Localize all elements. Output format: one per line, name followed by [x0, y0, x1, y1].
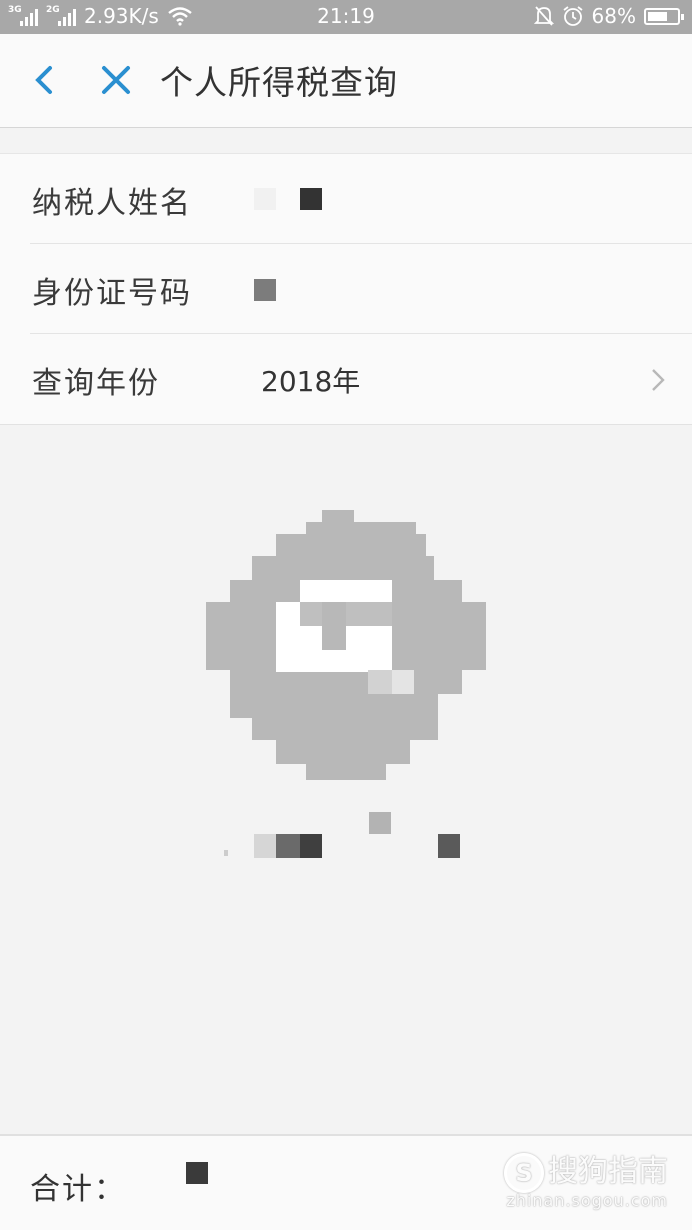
status-bar: 3G 2G 2.93K/s 21:19 68%: [0, 0, 692, 34]
id-number-row[interactable]: 身份证号码: [0, 244, 692, 334]
taxpayer-name-value[interactable]: [300, 188, 322, 210]
total-value: [186, 1162, 208, 1184]
bell-off-icon: [533, 6, 554, 26]
query-year-label: 查询年份: [32, 366, 160, 401]
alarm-icon: [563, 6, 583, 26]
id-number-value[interactable]: [254, 279, 276, 301]
battery-fill: [648, 11, 667, 21]
watermark: S 搜狗指南 zhinan.sogou.com: [504, 1146, 668, 1210]
battery-icon: [644, 7, 684, 25]
taxpayer-name-row[interactable]: 纳税人姓名: [0, 154, 692, 244]
redacted-name-part: [254, 188, 276, 210]
watermark-brand: 搜狗指南: [548, 1154, 668, 1189]
battery-percent: 68%: [591, 4, 636, 28]
watermark-domain: zhinan.sogou.com: [506, 1190, 668, 1210]
page-title: 个人所得税查询: [160, 63, 398, 102]
app-header: 个人所得税查询: [0, 34, 692, 128]
taxpayer-name-label: 纳税人姓名: [32, 186, 192, 221]
sogou-logo-icon: S: [504, 1152, 544, 1193]
query-form: 纳税人姓名 身份证号码 查询年份 2018年: [0, 153, 692, 425]
status-right: 68%: [533, 4, 684, 28]
redacted-caption: [224, 812, 460, 858]
chevron-left-icon[interactable]: [24, 58, 64, 102]
id-number-label: 身份证号码: [32, 276, 192, 311]
empty-state-emblem-icon: [206, 510, 486, 780]
total-label: 合计：: [30, 1172, 126, 1207]
chevron-right-icon[interactable]: [650, 367, 666, 393]
query-year-row[interactable]: 查询年份 2018年: [0, 334, 692, 424]
close-icon[interactable]: [96, 60, 136, 100]
query-year-value[interactable]: 2018年: [261, 360, 360, 400]
footer-total-bar: 合计： S 搜狗指南 zhinan.sogou.com: [0, 1134, 692, 1230]
screen: 3G 2G 2.93K/s 21:19 68% 个人所得税查询 纳税人姓名 身份…: [0, 0, 692, 1230]
